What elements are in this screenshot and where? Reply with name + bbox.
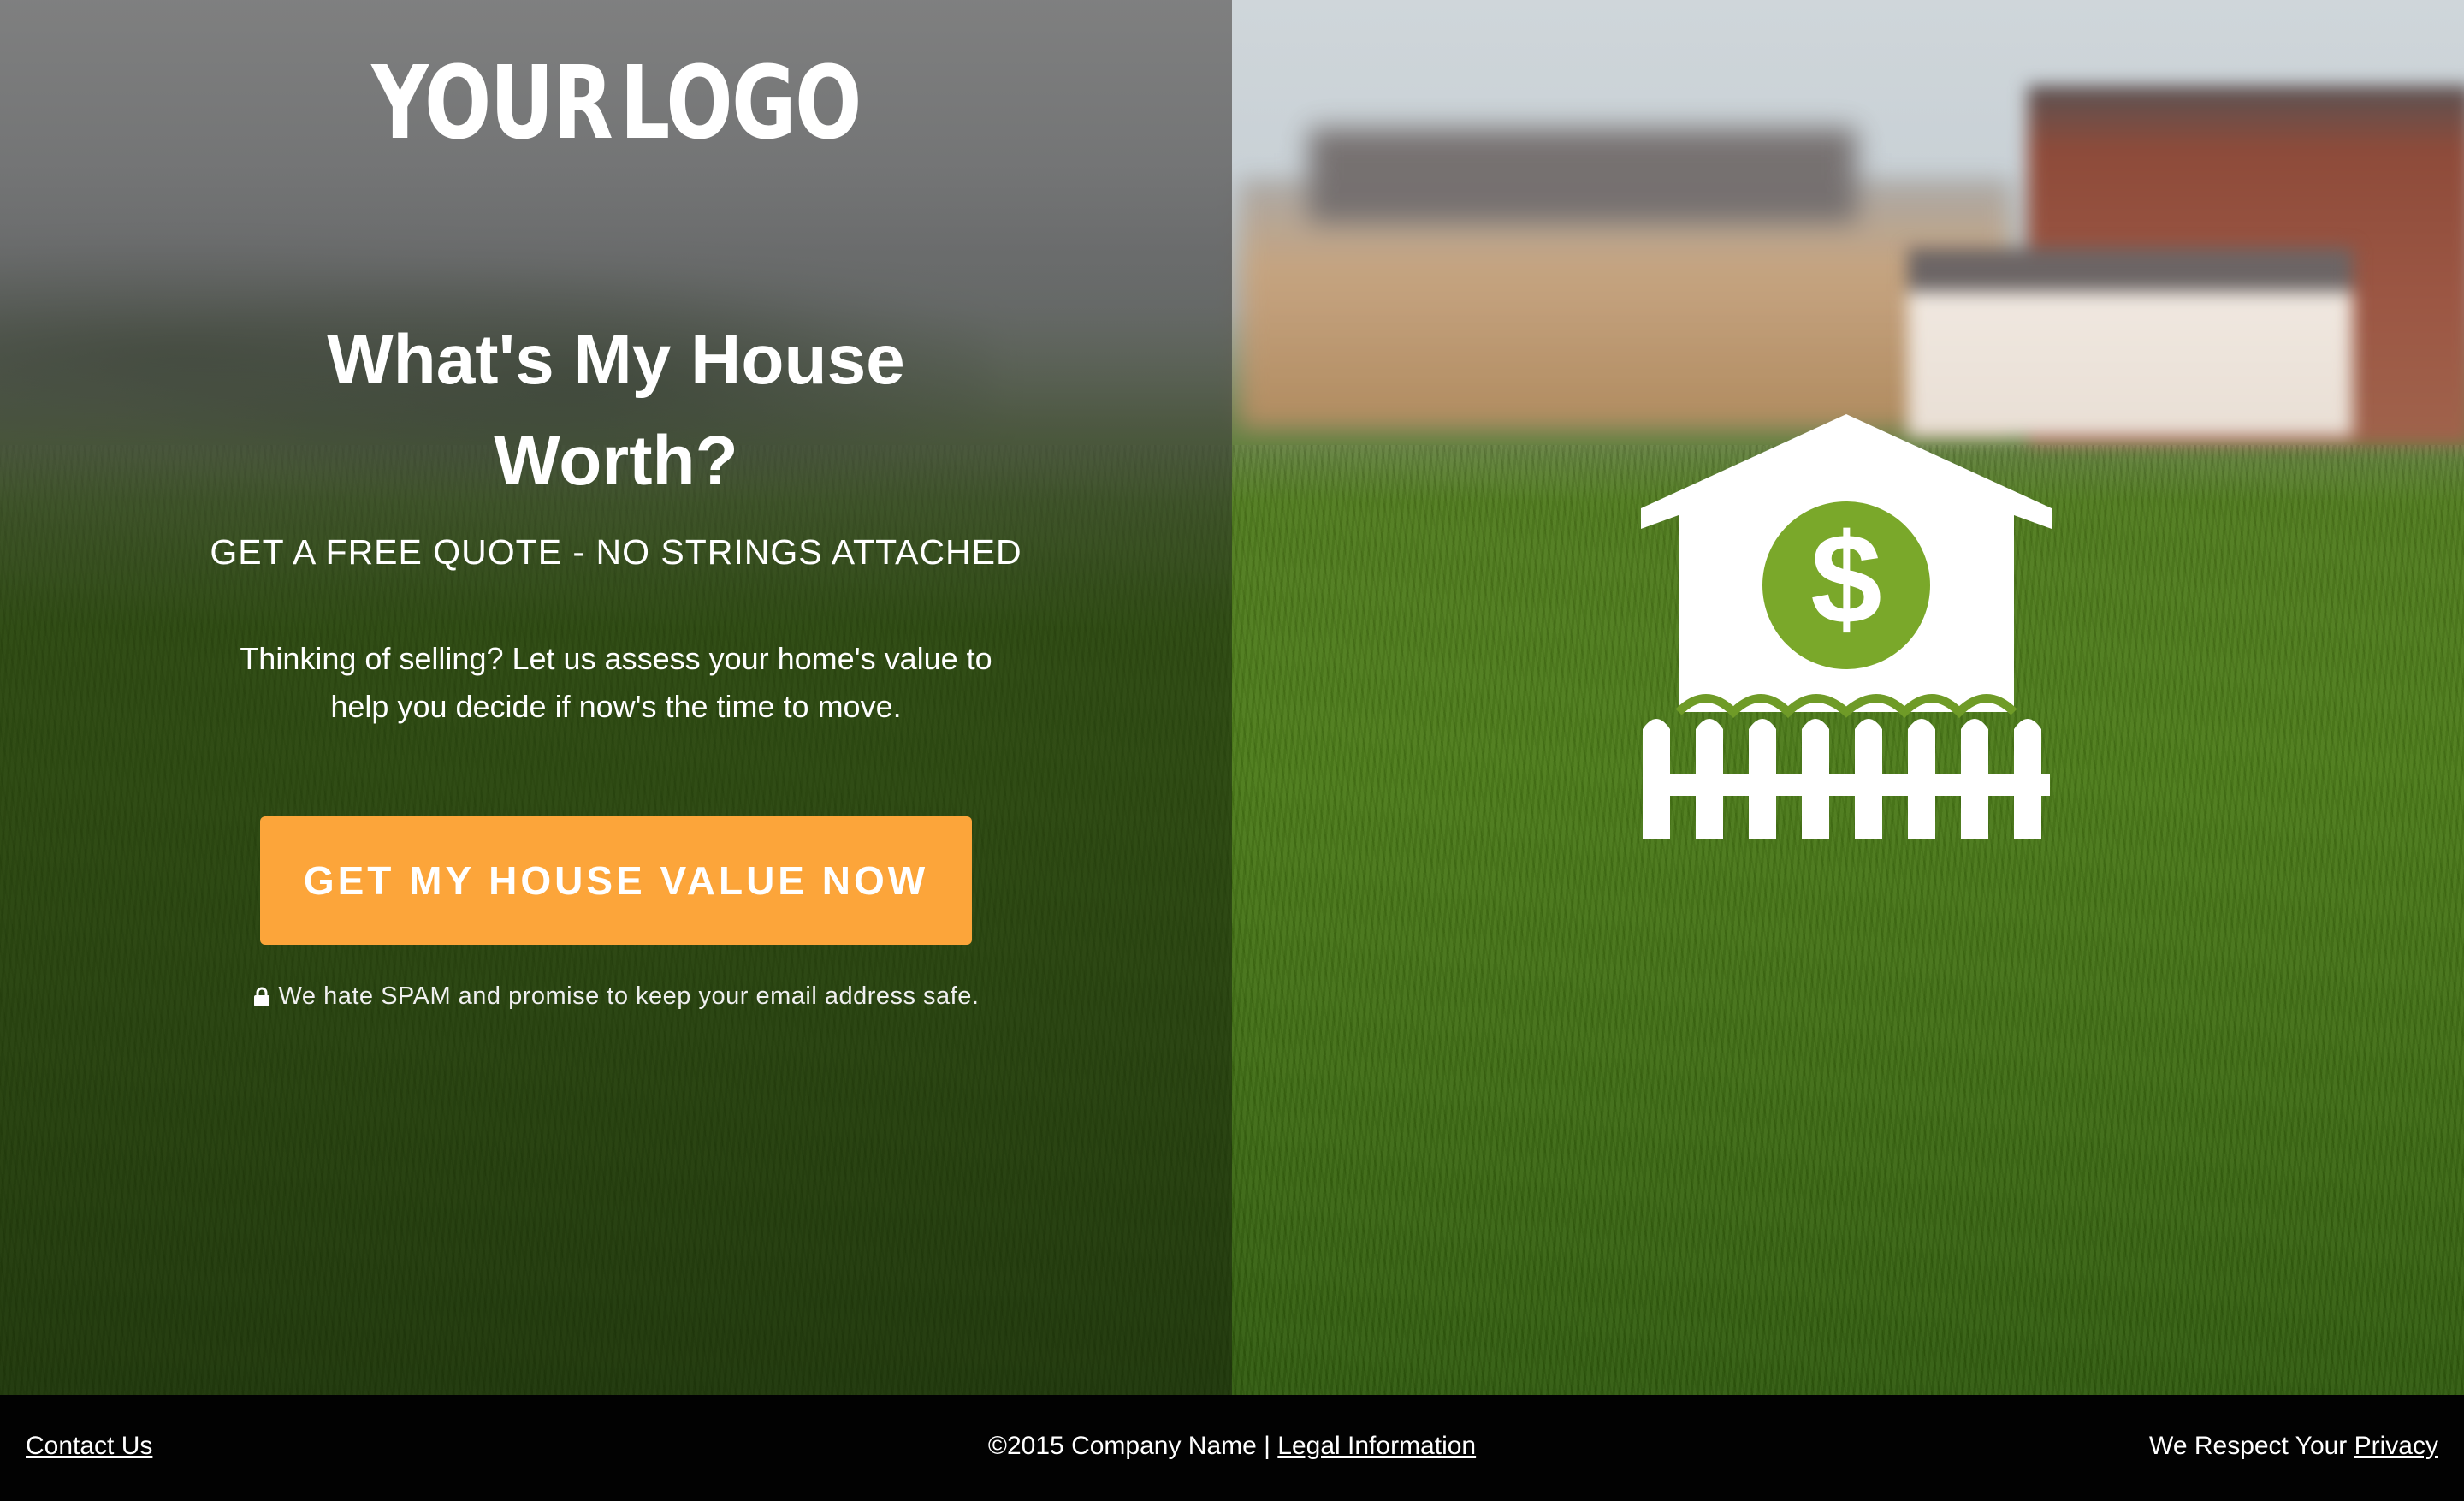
lock-icon [253,987,270,1006]
dollar-symbol: $ [1810,507,1881,650]
copyright-text: ©2015 Company Name | [987,1432,1278,1460]
spam-notice-text: We hate SPAM and promise to keep your em… [278,982,980,1010]
page-title: What's My House Worth? [0,310,1232,512]
background-white-house [1908,248,2353,436]
footer-right: We Respect Your Privacy [2149,1432,2438,1461]
legal-information-link[interactable]: Legal Information [1277,1432,1476,1460]
footer-center: ©2015 Company Name | Legal Information [0,1432,2464,1461]
logo-text-right: LOGO [619,44,862,162]
privacy-link[interactable]: Privacy [2354,1432,2438,1460]
get-house-value-button[interactable]: GET MY HOUSE VALUE NOW [260,816,972,945]
hero-panel: YOUR LOGO What's My House Worth? GET A F… [0,0,1232,1395]
intro-text: Thinking of selling? Let us assess your … [188,635,1044,731]
spam-notice: We hate SPAM and promise to keep your em… [0,982,1232,1011]
logo-text-left: YOUR [371,44,613,162]
background-house [1241,180,2011,428]
subheadline: GET A FREE QUOTE - NO STRINGS ATTACHED [210,532,1022,572]
privacy-prefix-text: We Respect Your [2149,1432,2354,1460]
house-dollar-icon: $ [1641,414,2052,839]
footer: Contact Us ©2015 Company Name | Legal In… [0,1395,2464,1501]
intro-text-line2: help you decide if now's the time to mov… [330,689,902,724]
intro-text-line1: Thinking of selling? Let us assess your … [240,641,992,676]
logo[interactable]: YOUR LOGO [371,44,862,162]
page-title-line2: Worth? [494,422,738,500]
page-title-line1: What's My House [327,321,905,399]
